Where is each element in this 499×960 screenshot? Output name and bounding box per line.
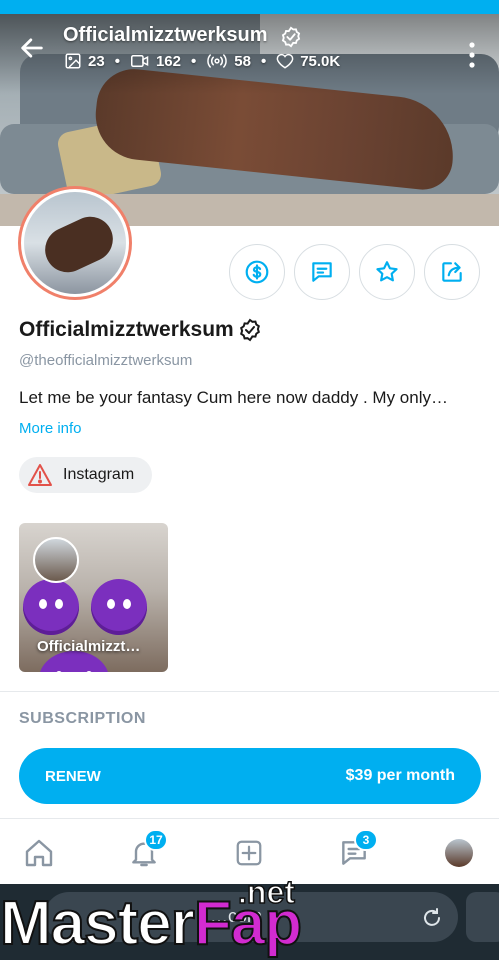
messages-badge: 3 [354, 829, 378, 851]
heart-icon [276, 53, 294, 69]
tip-button[interactable] [229, 244, 285, 300]
subscription-title: SUBSCRIPTION [19, 710, 146, 727]
divider [0, 691, 499, 692]
avatar [445, 839, 473, 867]
profile-avatar[interactable] [18, 186, 132, 300]
share-button[interactable] [424, 244, 480, 300]
verified-icon [239, 318, 260, 342]
dollar-icon [245, 260, 269, 284]
profile-header: Officialmizztwerksum 23 • 162 • 58 • 75.… [0, 14, 499, 84]
warning-icon [28, 464, 52, 486]
video-icon [130, 55, 149, 67]
message-button[interactable] [294, 244, 350, 300]
photos-count: 23 [88, 52, 105, 70]
chat-icon [312, 262, 332, 282]
watermark-part-1: Master [0, 888, 196, 959]
home-icon [25, 839, 53, 867]
watermark: MasterFap [0, 888, 303, 960]
stream-icon [207, 54, 228, 68]
nav-home[interactable] [21, 835, 57, 871]
star-icon [376, 261, 398, 282]
highlight-label: Officialmizzt… [37, 638, 141, 655]
devil-emoji-icon [91, 579, 147, 635]
profile-handle: @theofficialmizztwerksum [19, 352, 193, 369]
verified-icon [281, 26, 301, 48]
nav-add-post[interactable] [231, 835, 267, 871]
favorite-button[interactable] [359, 244, 415, 300]
plus-square-icon [236, 840, 262, 866]
nav-notifications[interactable]: 17 [126, 829, 168, 871]
back-arrow-icon[interactable] [18, 34, 46, 62]
instagram-label: Instagram [63, 466, 135, 483]
share-icon [442, 262, 462, 282]
renew-button[interactable]: RENEW $39 per month [19, 748, 481, 804]
profile-name-row: Officialmizztwerksum [19, 318, 262, 342]
image-icon [65, 53, 81, 69]
profile-bio: Let me be your fantasy Cum here now dadd… [19, 388, 448, 407]
more-options-icon[interactable] [462, 38, 482, 72]
profile-name: Officialmizztwerksum [19, 318, 234, 341]
notifications-badge: 17 [144, 829, 168, 851]
videos-count: 162 [155, 52, 181, 70]
tabs-button[interactable] [466, 892, 499, 942]
likes-count: 75.0K [300, 52, 341, 70]
renew-price: $39 per month [345, 767, 455, 784]
watermark-part-2: Fap [193, 888, 303, 959]
highlight-avatar [33, 537, 79, 583]
profile-stats: 23 • 162 • 58 • 75.0K [64, 52, 340, 70]
devil-emoji-icon [23, 579, 79, 635]
nav-messages[interactable]: 3 [336, 829, 378, 871]
renew-label: RENEW [45, 767, 101, 785]
instagram-link[interactable]: Instagram [19, 457, 153, 493]
story-highlight[interactable]: Officialmizzt… [19, 523, 168, 672]
more-info-link[interactable]: More info [19, 420, 82, 437]
streams-count: 58 [234, 52, 251, 70]
reload-icon[interactable] [420, 906, 444, 930]
header-title: Officialmizztwerksum [63, 24, 268, 46]
nav-profile[interactable] [441, 835, 477, 871]
status-bar [0, 0, 499, 14]
